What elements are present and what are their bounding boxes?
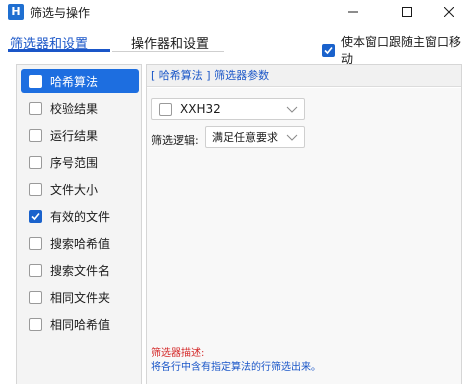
sidebar-item-label: 搜索哈希值	[50, 236, 111, 251]
minimize-button[interactable]	[330, 0, 376, 24]
sidebar-item-label: 序号范围	[50, 155, 99, 170]
title-bar: H 筛选与操作	[0, 0, 467, 24]
filter-description-text: 将各行中含有指定算法的行筛选出来。	[151, 362, 321, 373]
sidebar-item-checkbox[interactable]	[29, 101, 42, 115]
sidebar-item-run-result[interactable]: 运行结果	[21, 123, 139, 147]
check-icon	[324, 46, 333, 54]
sidebar-item-label: 哈希算法	[50, 74, 99, 89]
sidebar-item-file-size[interactable]: 文件大小	[21, 177, 139, 201]
sidebar-item-checkbox[interactable]	[29, 182, 42, 196]
sidebar-item-label: 搜索文件名	[50, 263, 111, 278]
check-icon	[31, 212, 40, 220]
follow-main-window-checkbox[interactable]: 使本窗口跟随主窗口移动	[322, 33, 467, 67]
sidebar-item-same-hash[interactable]: 相同哈希值	[21, 312, 139, 336]
sidebar-item-search-hash[interactable]: 搜索哈希值	[21, 231, 139, 255]
sidebar-item-checkbox[interactable]	[29, 317, 42, 331]
app-icon: H	[8, 4, 24, 20]
sidebar-item-checkbox[interactable]	[29, 236, 42, 250]
close-button[interactable]	[430, 0, 467, 24]
sidebar-item-same-folder[interactable]: 相同文件夹	[21, 285, 139, 309]
follow-checkbox-label: 使本窗口跟随主窗口移动	[341, 35, 462, 66]
panel-body: XXH32 筛选逻辑: 满足任意要求 筛选器描述: 将各行中含有指定算法的行筛选…	[147, 88, 461, 384]
chevron-down-icon	[286, 134, 298, 141]
tab-operators-settings[interactable]: 操作器和设置	[131, 33, 209, 52]
chevron-down-icon	[286, 106, 298, 113]
sidebar-item-label: 文件大小	[50, 182, 99, 197]
follow-checkbox-box[interactable]	[322, 43, 335, 57]
sidebar-item-label: 相同哈希值	[50, 317, 111, 332]
sidebar-item-check-result[interactable]: 校验结果	[21, 96, 139, 120]
filter-description-title: 筛选器描述:	[151, 348, 205, 359]
tab-divider	[112, 51, 224, 52]
panel-header: [ 哈希算法 ] 筛选器参数	[147, 65, 461, 87]
filter-list: 哈希算法 校验结果 运行结果 序号范围 文件大小 有效的文件 搜索哈希值 搜索文…	[16, 64, 142, 384]
window-title: 筛选与操作	[30, 6, 91, 20]
maximize-icon	[402, 7, 412, 17]
sidebar-item-label: 相同文件夹	[50, 290, 111, 305]
sidebar-item-hash-algorithm[interactable]: 哈希算法	[21, 69, 139, 93]
filter-parameters-panel: [ 哈希算法 ] 筛选器参数 XXH32 筛选逻辑: 满足任意要求 筛选器描述:…	[146, 64, 462, 384]
filter-logic-dropdown[interactable]: 满足任意要求	[205, 126, 305, 148]
sidebar-item-checkbox[interactable]	[29, 290, 42, 304]
sidebar-item-checkbox[interactable]	[29, 155, 42, 169]
algorithm-dropdown[interactable]: XXH32	[151, 98, 305, 120]
algorithm-value: XXH32	[180, 102, 221, 116]
close-icon	[443, 7, 454, 17]
sidebar-item-checkbox[interactable]	[29, 128, 42, 142]
sidebar-item-label: 有效的文件	[50, 209, 111, 224]
filter-logic-label: 筛选逻辑:	[151, 134, 199, 147]
sidebar-item-index-range[interactable]: 序号范围	[21, 150, 139, 174]
sidebar-item-checkbox[interactable]	[29, 263, 42, 277]
sidebar-item-valid-files[interactable]: 有效的文件	[21, 204, 139, 228]
minimize-icon	[348, 11, 358, 13]
sidebar-item-search-filename[interactable]: 搜索文件名	[21, 258, 139, 282]
sidebar-item-label: 校验结果	[50, 101, 99, 116]
sidebar-item-checkbox[interactable]	[29, 74, 42, 88]
maximize-button[interactable]	[384, 0, 430, 24]
algorithm-checkbox[interactable]	[159, 102, 172, 116]
sidebar-item-checkbox[interactable]	[29, 209, 42, 223]
sidebar-item-label: 运行结果	[50, 128, 99, 143]
filter-logic-value: 满足任意要求	[212, 131, 278, 144]
active-tab-indicator	[8, 49, 110, 52]
